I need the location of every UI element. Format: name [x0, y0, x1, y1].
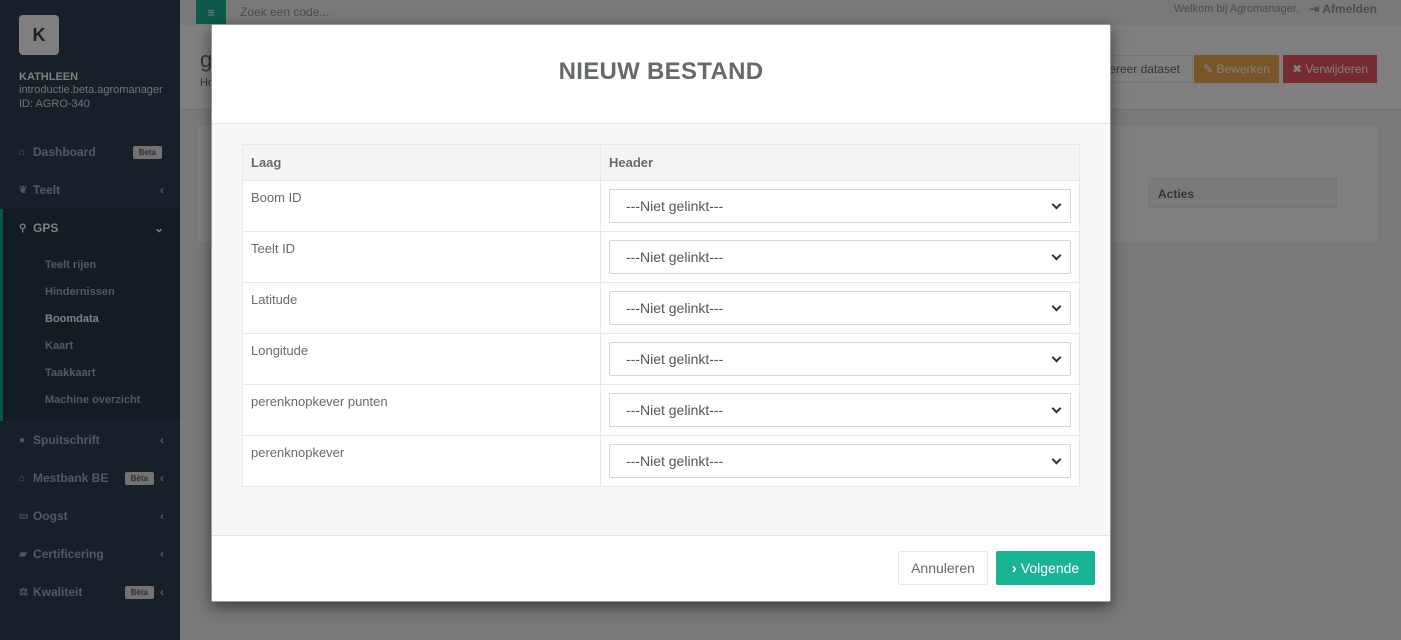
layer-name: perenknopkever — [242, 435, 601, 487]
table-row: Latitude ---Niet gelinkt--- — [242, 282, 1080, 334]
table-row: Teelt ID ---Niet gelinkt--- — [242, 231, 1080, 283]
table-row: perenknopkever punten ---Niet gelinkt--- — [242, 384, 1080, 436]
modal-footer: Annuleren › Volgende — [212, 535, 1110, 601]
column-header-header: Header — [600, 144, 1080, 181]
header-select-boom-id[interactable]: ---Niet gelinkt--- — [609, 189, 1071, 223]
modal-header: NIEUW BESTAND — [212, 25, 1110, 124]
select-value: ---Niet gelinkt--- — [626, 351, 724, 367]
header-select-perenknopkever-punten[interactable]: ---Niet gelinkt--- — [609, 393, 1071, 427]
select-value: ---Niet gelinkt--- — [626, 249, 724, 265]
next-label: Volgende — [1020, 560, 1080, 576]
mapping-table: Laag Header Boom ID ---Niet gelinkt--- T… — [242, 144, 1080, 487]
header-select-latitude[interactable]: ---Niet gelinkt--- — [609, 291, 1071, 325]
chevron-down-icon — [1051, 352, 1062, 363]
select-value: ---Niet gelinkt--- — [626, 402, 724, 418]
select-value: ---Niet gelinkt--- — [626, 453, 724, 469]
chevron-down-icon — [1051, 454, 1062, 465]
table-row: perenknopkever ---Niet gelinkt--- — [242, 435, 1080, 487]
new-file-modal: NIEUW BESTAND Laag Header Boom ID ---Nie… — [211, 24, 1111, 602]
select-value: ---Niet gelinkt--- — [626, 300, 724, 316]
table-row: Boom ID ---Niet gelinkt--- — [242, 180, 1080, 232]
header-select-longitude[interactable]: ---Niet gelinkt--- — [609, 342, 1071, 376]
chevron-right-icon: › — [1011, 559, 1017, 577]
modal-body: Laag Header Boom ID ---Niet gelinkt--- T… — [212, 124, 1110, 538]
next-button[interactable]: › Volgende — [996, 551, 1095, 585]
chevron-down-icon — [1051, 250, 1062, 261]
layer-name: Longitude — [242, 333, 601, 385]
chevron-down-icon — [1051, 403, 1062, 414]
layer-name: Latitude — [242, 282, 601, 334]
header-select-perenknopkever[interactable]: ---Niet gelinkt--- — [609, 444, 1071, 478]
layer-name: Teelt ID — [242, 231, 601, 283]
select-value: ---Niet gelinkt--- — [626, 198, 724, 214]
header-select-teelt-id[interactable]: ---Niet gelinkt--- — [609, 240, 1071, 274]
layer-name: perenknopkever punten — [242, 384, 601, 436]
modal-title: NIEUW BESTAND — [558, 58, 764, 85]
cancel-button[interactable]: Annuleren — [898, 551, 988, 585]
chevron-down-icon — [1051, 199, 1062, 210]
column-header-laag: Laag — [242, 144, 601, 181]
chevron-down-icon — [1051, 301, 1062, 312]
table-row: Longitude ---Niet gelinkt--- — [242, 333, 1080, 385]
layer-name: Boom ID — [242, 180, 601, 232]
